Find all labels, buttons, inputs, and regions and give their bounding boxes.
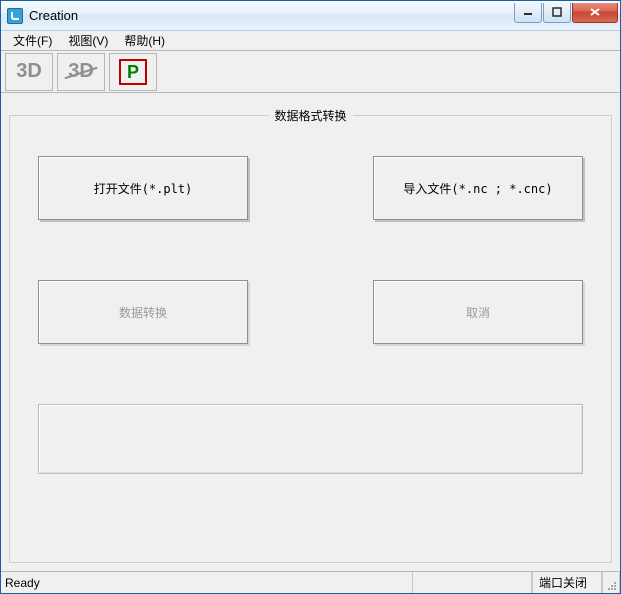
menu-help[interactable]: 帮助(H) bbox=[116, 30, 173, 51]
cancel-label: 取消 bbox=[466, 304, 490, 321]
title-bar[interactable]: Creation bbox=[1, 1, 620, 31]
client-area: 数据格式转换 打开文件(*.plt) 导入文件(*.nc ; *.cnc) 数据… bbox=[1, 93, 620, 571]
toolbar: 3D 3D P bbox=[1, 51, 620, 93]
three-d-icon: 3D bbox=[16, 60, 42, 83]
maximize-icon bbox=[552, 7, 562, 17]
group-title: 数据格式转换 bbox=[268, 107, 352, 124]
data-format-group: 数据格式转换 打开文件(*.plt) 导入文件(*.nc ; *.cnc) 数据… bbox=[9, 115, 612, 563]
status-pane-1 bbox=[412, 572, 532, 593]
p-icon: P bbox=[119, 59, 147, 85]
button-row-2: 数据转换 取消 bbox=[38, 280, 583, 344]
menu-file[interactable]: 文件(F) bbox=[5, 30, 60, 51]
minimize-icon bbox=[523, 7, 533, 17]
close-button[interactable] bbox=[572, 3, 618, 23]
minimize-button[interactable] bbox=[514, 3, 542, 23]
status-ready: Ready bbox=[1, 572, 412, 593]
maximize-button[interactable] bbox=[543, 3, 571, 23]
button-row-1: 打开文件(*.plt) 导入文件(*.nc ; *.cnc) bbox=[38, 156, 583, 220]
menu-view[interactable]: 视图(V) bbox=[60, 30, 116, 51]
status-port: 端口关闭 bbox=[532, 572, 602, 593]
toolbar-3d-off-button[interactable]: 3D bbox=[57, 53, 105, 91]
import-file-button[interactable]: 导入文件(*.nc ; *.cnc) bbox=[373, 156, 583, 220]
close-icon bbox=[589, 7, 601, 17]
output-panel bbox=[38, 404, 583, 474]
convert-button[interactable]: 数据转换 bbox=[38, 280, 248, 344]
open-file-label: 打开文件(*.plt) bbox=[94, 180, 193, 197]
window-title: Creation bbox=[29, 8, 78, 23]
app-icon bbox=[7, 8, 23, 24]
window-controls bbox=[513, 3, 618, 23]
status-bar: Ready 端口关闭 bbox=[1, 571, 620, 593]
resize-grip[interactable] bbox=[602, 572, 620, 593]
menu-bar: 文件(F) 视图(V) 帮助(H) bbox=[1, 31, 620, 51]
app-window: Creation 文件(F) 视图(V) 帮助(H) 3D bbox=[0, 0, 621, 594]
toolbar-p-button[interactable]: P bbox=[109, 53, 157, 91]
three-d-off-icon: 3D bbox=[68, 60, 94, 83]
open-file-button[interactable]: 打开文件(*.plt) bbox=[38, 156, 248, 220]
toolbar-3d-button[interactable]: 3D bbox=[5, 53, 53, 91]
cancel-button[interactable]: 取消 bbox=[373, 280, 583, 344]
convert-label: 数据转换 bbox=[119, 304, 167, 321]
import-file-label: 导入文件(*.nc ; *.cnc) bbox=[403, 180, 552, 197]
